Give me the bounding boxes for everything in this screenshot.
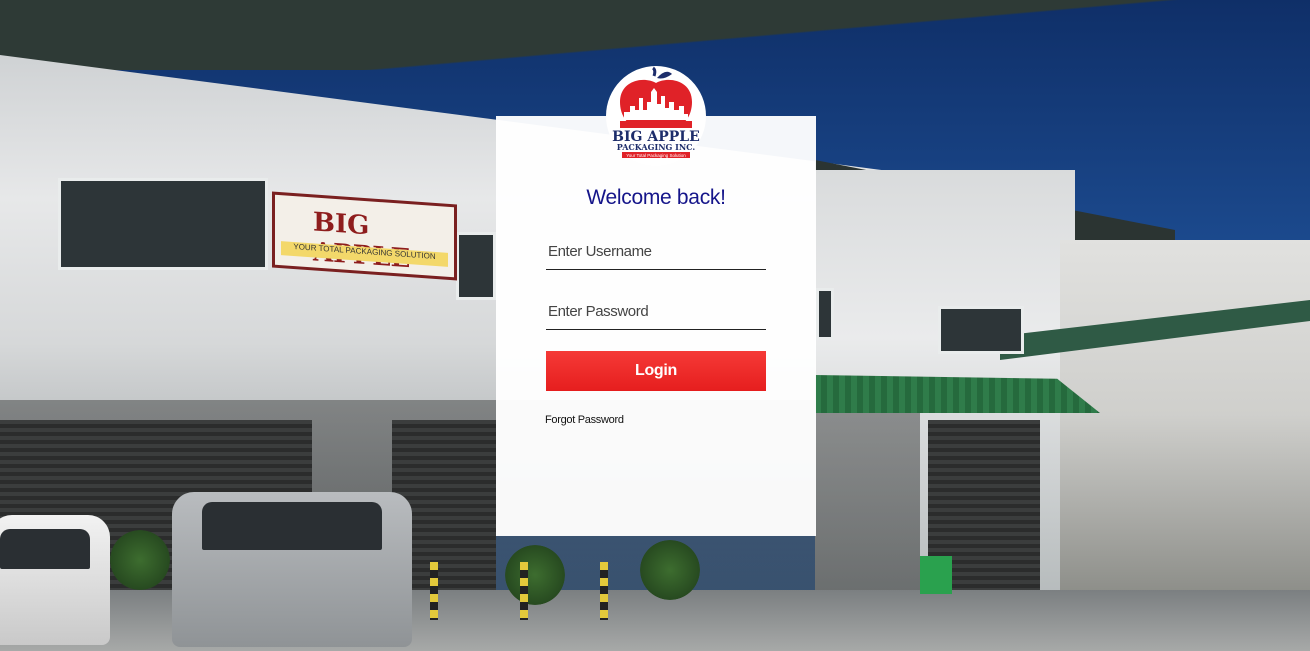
roof-eave [0,0,1310,70]
welcome-heading: Welcome back! [586,186,726,209]
building-window [456,232,496,300]
forgot-password-link[interactable]: Forgot Password [545,414,624,426]
green-awning [815,375,1100,413]
building-sign-text: BIG APPLE [313,207,410,274]
company-logo: BIG APPLE PACKAGING INC. Your Total Pack… [606,66,706,166]
login-button[interactable]: Login [546,351,766,391]
building-window [816,288,834,340]
plant [505,545,565,605]
warehouse-far-building [1060,240,1310,590]
logo-line2: PACKAGING INC. [617,142,696,152]
username-input[interactable] [546,234,766,270]
password-input[interactable] [546,294,766,330]
silver-suv [172,492,412,647]
big-apple-logo-icon: BIG APPLE PACKAGING INC. Your Total Pack… [612,66,700,158]
building-sign: BIG APPLE YOUR TOTAL PACKAGING SOLUTION [272,191,457,281]
white-car [0,515,110,645]
green-bin [920,556,952,594]
bollard [430,562,438,620]
building-window [938,306,1024,354]
building-window [58,178,268,270]
logo-tagline: Your Total Packaging Solution [626,153,686,158]
bollard [520,562,528,620]
bollard [600,562,608,620]
plant [640,540,700,600]
plant [110,530,170,590]
